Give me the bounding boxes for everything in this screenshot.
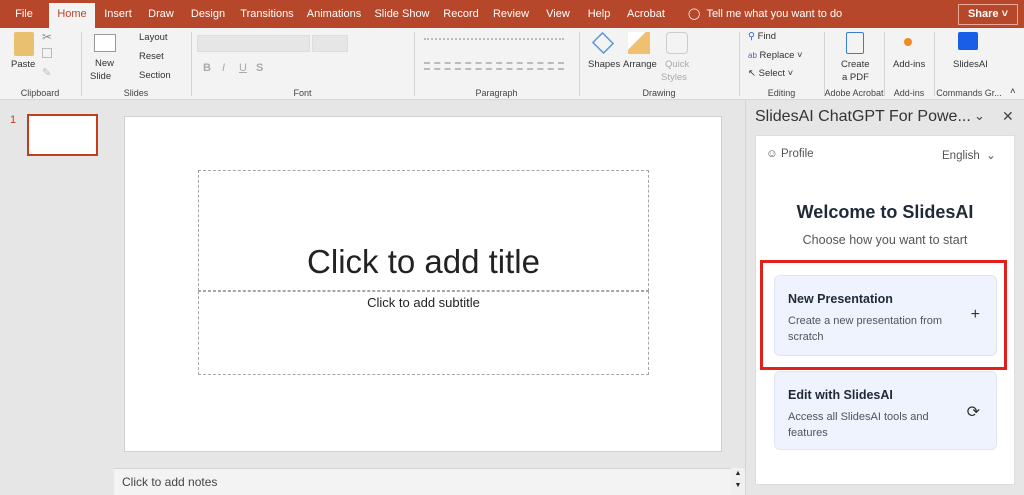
tab-slide-show[interactable]: Slide Show [372, 0, 432, 28]
replace-button[interactable]: ab Replace ˅ [748, 50, 803, 61]
shapes-button[interactable]: Shapes [588, 59, 620, 70]
new-slide-icon [94, 34, 116, 52]
font-name-select[interactable] [197, 35, 310, 52]
ribbon: Paste ✂ ✎ Clipboard New Slide Layout Res… [0, 28, 1024, 100]
tab-insert[interactable]: Insert [98, 0, 138, 28]
user-icon: ☺ [766, 148, 778, 160]
title-text: Click to add title [307, 243, 540, 280]
lightbulb-icon: ◯ [688, 8, 701, 20]
group-add-ins: Add-ins [893, 88, 925, 98]
find-button[interactable]: ⚲ Find [748, 31, 776, 42]
paste-icon [14, 32, 34, 56]
add-ins-icon [904, 38, 912, 46]
welcome-heading: Welcome to SlidesAI [796, 202, 974, 222]
align-icon[interactable] [424, 62, 564, 70]
subtitle-placeholder[interactable]: Click to add subtitle [198, 291, 649, 375]
pane-title: SlidesAI ChatGPT For Powe... [755, 108, 971, 125]
share-label: Share [967, 8, 999, 20]
tab-acrobat[interactable]: Acrobat [624, 0, 668, 28]
bold-button[interactable]: B [203, 62, 211, 74]
tab-design[interactable]: Design [186, 0, 230, 28]
slide-number: 1 [10, 114, 17, 126]
tab-view[interactable]: View [542, 0, 574, 28]
layout-button[interactable]: Layout [139, 32, 168, 43]
quick-styles-button[interactable]: Quick [665, 59, 689, 70]
tab-transitions[interactable]: Transitions [238, 0, 296, 28]
shadow-button[interactable]: S [256, 62, 263, 74]
group-paragraph: Paragraph [475, 88, 518, 98]
group-clipboard: Clipboard [20, 88, 60, 98]
paste-button[interactable]: Paste [11, 59, 35, 70]
find-label: Find [757, 31, 777, 42]
new-slide-label[interactable]: Slide [90, 71, 111, 82]
pane-options-chevron-icon[interactable]: ⌄ [974, 108, 985, 124]
language-label: English [942, 150, 980, 162]
tab-animations[interactable]: Animations [304, 0, 364, 28]
group-commands: Commands Gr... [936, 88, 1002, 98]
bullets-icon[interactable] [424, 38, 564, 44]
group-slides: Slides [123, 88, 149, 98]
share-button[interactable]: Share ˅ [958, 4, 1018, 25]
italic-button[interactable]: I [222, 62, 225, 74]
close-icon[interactable]: ✕ [1002, 108, 1014, 125]
chevron-down-icon: ⌄ [986, 150, 996, 162]
tab-home[interactable]: Home [49, 3, 95, 28]
tab-help[interactable]: Help [584, 0, 614, 28]
arrange-icon [628, 32, 650, 54]
new-slide-button[interactable]: New [95, 58, 114, 69]
search-icon: ⚲ [748, 31, 755, 42]
group-editing: Editing [767, 88, 796, 98]
underline-button[interactable]: U [239, 62, 247, 74]
replace-label: Replace [759, 50, 795, 61]
slide-canvas: Click to add title Click to add subtitle [124, 116, 722, 452]
subtitle-text: Click to add subtitle [367, 295, 480, 310]
quick-styles-label[interactable]: Styles [661, 72, 687, 83]
format-painter-icon[interactable]: ✎ [42, 66, 51, 79]
edit-with-slidesai-option[interactable]: Edit with SlidesAI Access all SlidesAI t… [774, 371, 997, 450]
tab-draw[interactable]: Draw [142, 0, 180, 28]
font-size-select[interactable] [312, 35, 348, 52]
cursor-icon: ↖ [748, 68, 756, 79]
shapes-icon [591, 31, 615, 55]
select-button[interactable]: ↖ Select ˅ [748, 68, 793, 79]
cut-icon[interactable]: ✂ [42, 30, 52, 44]
notes-pane[interactable]: Click to add notes [114, 468, 731, 495]
tell-me-text: Tell me what you want to do [706, 8, 843, 20]
slide-thumbnail[interactable] [27, 114, 98, 156]
profile-button[interactable]: ☺ Profile [766, 148, 814, 160]
language-select[interactable]: English ⌄ [942, 148, 996, 162]
group-font: Font [293, 88, 312, 98]
title-placeholder[interactable]: Click to add title [198, 170, 649, 291]
replace-icon: ab [748, 51, 757, 60]
section-button[interactable]: Section [139, 70, 171, 81]
tab-bar: File Home Insert Draw Design Transitions… [0, 0, 1024, 28]
group-adobe-acrobat: Adobe Acrobat [824, 88, 884, 98]
pdf-icon [846, 32, 864, 54]
tell-me-search[interactable]: ◯ Tell me what you want to do [688, 0, 842, 28]
tab-record[interactable]: Record [440, 0, 482, 28]
collapse-ribbon-icon[interactable]: ˄ [1010, 86, 1016, 97]
thumbnail-pane [0, 100, 114, 495]
option-description: Access all SlidesAI tools and features [788, 411, 929, 439]
reset-button[interactable]: Reset [139, 51, 164, 62]
slidesai-icon [958, 32, 978, 50]
group-drawing: Drawing [642, 88, 676, 98]
profile-label: Profile [780, 148, 814, 160]
welcome-subheading: Choose how you want to start [802, 233, 968, 247]
scrollbar[interactable]: ▲ ▼ [731, 468, 745, 495]
highlight-box [760, 260, 1007, 370]
tab-file[interactable]: File [6, 0, 42, 28]
option-title: Edit with SlidesAI [788, 388, 893, 402]
quick-styles-icon [666, 32, 688, 54]
add-ins-button[interactable]: Add-ins [893, 59, 925, 70]
select-label: Select [758, 68, 786, 79]
tab-review[interactable]: Review [490, 0, 532, 28]
copy-icon[interactable] [42, 48, 52, 58]
refresh-icon: ⟳ [966, 404, 980, 421]
arrange-button[interactable]: Arrange [623, 59, 657, 70]
create-pdf-label[interactable]: a PDF [842, 72, 869, 83]
create-pdf-button[interactable]: Create [841, 59, 870, 70]
slidesai-button[interactable]: SlidesAI [953, 59, 988, 70]
